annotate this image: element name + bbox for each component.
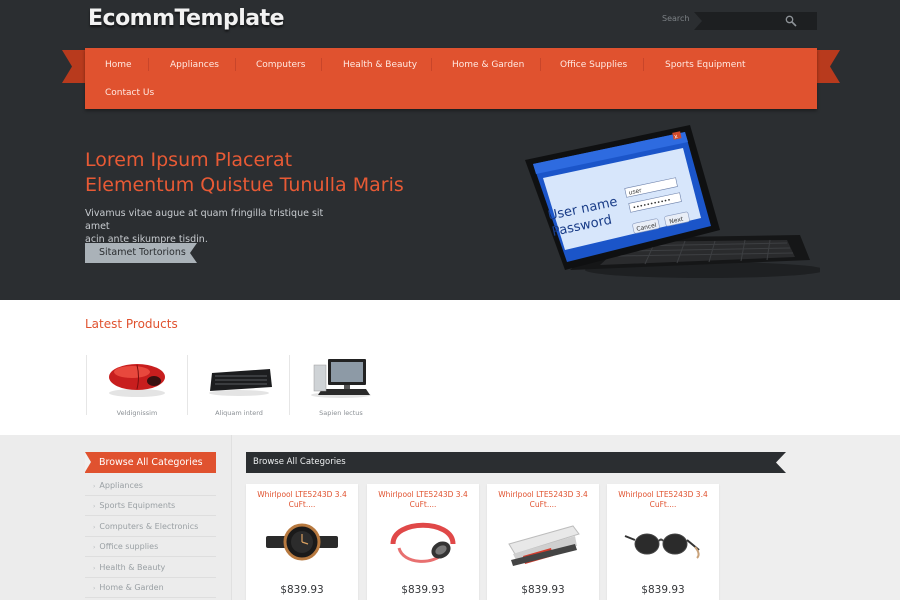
hero-desc-line: Vivamus vitae augue at quam fringilla tr… <box>85 208 324 232</box>
product-card[interactable]: Whirlpool LTE5243D 3.4 CuFt.... $839.93 <box>487 484 599 600</box>
catalog-title: Browse All Categories <box>246 452 786 473</box>
nav-separator <box>235 58 236 71</box>
latest-product-item[interactable]: Veldignissim <box>87 352 187 417</box>
product-card[interactable]: Whirlpool LTE5243D 3.4 CuFt.... $839.93 <box>246 484 358 600</box>
search-bar: Search <box>662 12 817 30</box>
sidebar-item-label: Computers & Electronics <box>99 522 199 531</box>
sidebar-item-label: Office supplies <box>99 542 159 551</box>
divider <box>289 355 290 415</box>
headset-image <box>390 522 456 563</box>
nav-separator <box>148 58 149 71</box>
chevron-right-icon: › <box>93 585 96 592</box>
main-navigation: Home Appliances Computers Health & Beaut… <box>85 48 817 109</box>
hero-title: Lorem Ipsum Placerat Elementum Quistue T… <box>85 148 465 198</box>
sidebar-item-computers-electronics[interactable]: › Computers & Electronics <box>85 517 216 537</box>
search-icon[interactable] <box>785 15 797 27</box>
nav-item-home[interactable]: Home <box>105 60 132 70</box>
latest-product-caption[interactable]: Veldignissim <box>87 409 187 417</box>
sidebar-item-label: Home & Garden <box>99 583 164 592</box>
product-card[interactable]: Whirlpool LTE5243D 3.4 CuFt.... $839.93 <box>367 484 479 600</box>
sidebar-title: Browse All Categories <box>85 452 216 473</box>
sunglasses-image <box>624 533 700 559</box>
desktop-computer-image <box>311 359 371 398</box>
hero-description: Vivamus vitae augue at quam fringilla tr… <box>85 207 345 246</box>
product-price: $839.93 <box>641 584 685 596</box>
chevron-right-icon: › <box>93 524 96 531</box>
nav-item-contact-us[interactable]: Contact Us <box>105 88 154 98</box>
search-input[interactable] <box>694 12 817 30</box>
sidebar-item-office-supplies[interactable]: › Office supplies <box>85 537 216 557</box>
product-price: $839.93 <box>280 584 324 596</box>
mouse-image <box>109 364 165 397</box>
hero-cta-button[interactable]: Sitamet Tortorions <box>85 243 197 263</box>
latest-product-item[interactable]: Aliquam interd <box>189 352 289 417</box>
product-title[interactable]: Whirlpool LTE5243D 3.4 CuFt.... <box>252 490 352 510</box>
sidebar-item-home-garden[interactable]: › Home & Garden <box>85 578 216 598</box>
nav-separator <box>540 58 541 71</box>
stapler-image <box>508 525 580 566</box>
chevron-right-icon: › <box>93 483 96 490</box>
nav-separator <box>431 58 432 71</box>
product-price: $839.93 <box>401 584 445 596</box>
nav-item-office-supplies[interactable]: Office Supplies <box>560 60 627 70</box>
latest-product-item[interactable]: Sapien lectus <box>291 352 391 417</box>
sidebar-item-label: Health & Beauty <box>99 563 166 572</box>
keyboard-image <box>209 369 272 396</box>
nav-item-appliances[interactable]: Appliances <box>170 60 219 70</box>
divider <box>187 355 188 415</box>
nav-separator <box>321 58 322 71</box>
nav-item-health-beauty[interactable]: Health & Beauty <box>343 60 417 70</box>
hero-title-line: Elementum Quistue Tunulla Maris <box>85 174 404 196</box>
laptop-login-image: x User name Password user ••••••••••• Ca… <box>525 125 820 278</box>
product-card[interactable]: Whirlpool LTE5243D 3.4 CuFt.... $839.93 <box>607 484 719 600</box>
product-title[interactable]: Whirlpool LTE5243D 3.4 CuFt.... <box>493 490 593 510</box>
latest-products-title: Latest Products <box>85 317 178 331</box>
sidebar-item-label: Sports Equipments <box>99 501 176 510</box>
header-hero-area: EcommTemplate Search Home Appliances Com… <box>0 0 900 300</box>
nav-separator <box>643 58 644 71</box>
sidebar-item-appliances[interactable]: › Appliances <box>85 476 216 496</box>
sidebar-item-health-beauty[interactable]: › Health & Beauty <box>85 558 216 578</box>
chevron-right-icon: › <box>93 544 96 551</box>
chevron-right-icon: › <box>93 565 96 572</box>
product-title[interactable]: Whirlpool LTE5243D 3.4 CuFt.... <box>373 490 473 510</box>
latest-product-caption[interactable]: Sapien lectus <box>291 409 391 417</box>
hero-title-line: Lorem Ipsum Placerat <box>85 149 293 171</box>
sidebar-item-label: Appliances <box>99 481 143 490</box>
product-price: $839.93 <box>521 584 565 596</box>
latest-products-section: Latest Products Veldignissim Aliquam int… <box>0 300 900 435</box>
nav-item-home-garden[interactable]: Home & Garden <box>452 60 524 70</box>
search-label: Search <box>662 14 690 23</box>
chevron-right-icon: › <box>93 503 96 510</box>
nav-item-computers[interactable]: Computers <box>256 60 305 70</box>
watch-image <box>266 523 338 561</box>
latest-product-caption[interactable]: Aliquam interd <box>189 409 289 417</box>
product-title[interactable]: Whirlpool LTE5243D 3.4 CuFt.... <box>613 490 713 510</box>
nav-item-sports-equipment[interactable]: Sports Equipment <box>665 60 746 70</box>
site-logo[interactable]: EcommTemplate <box>88 6 285 31</box>
sidebar-item-sports-equipments[interactable]: › Sports Equipments <box>85 496 216 516</box>
